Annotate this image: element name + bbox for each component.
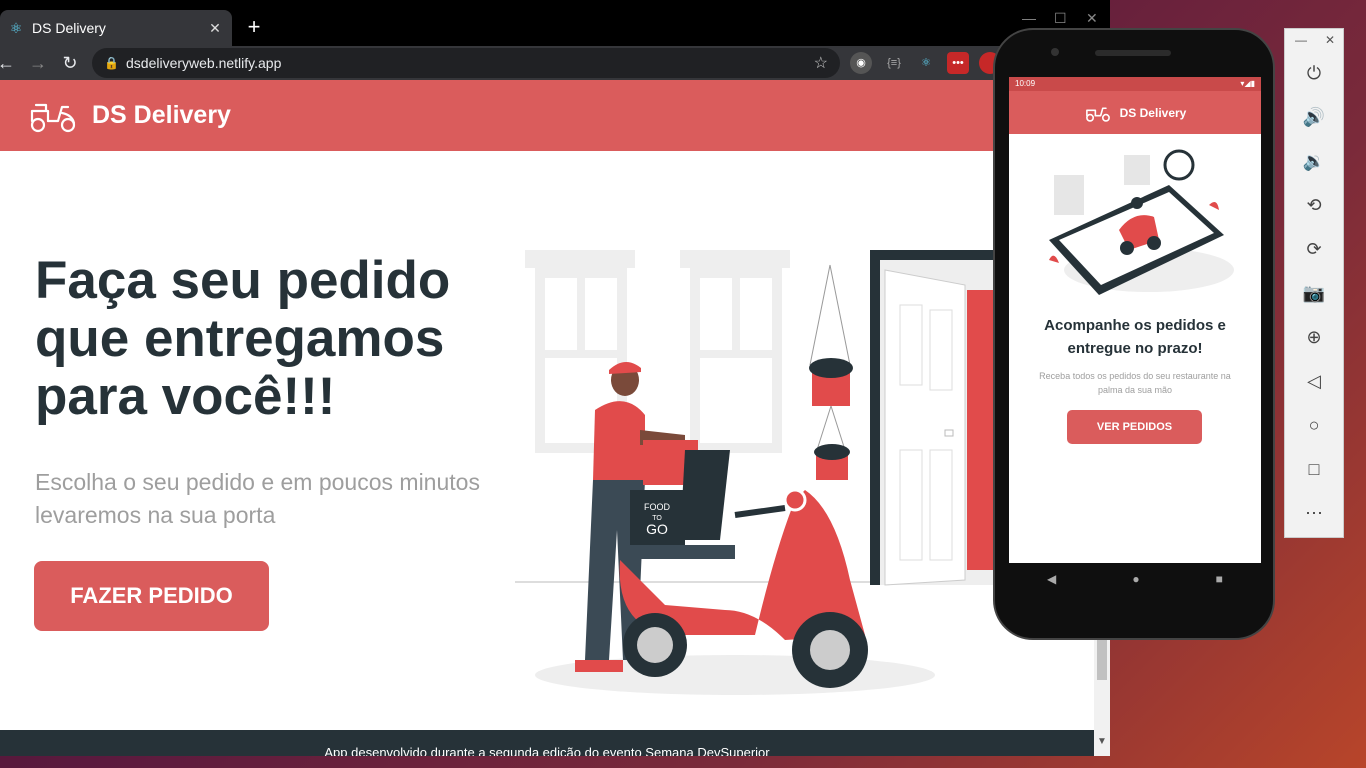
phone-screen: 10:09 ▾◢▮ DS Delivery Acompanhe os pedid… [1009, 77, 1261, 563]
overview-icon[interactable]: □ [1300, 455, 1328, 483]
view-orders-button[interactable]: VER PEDIDOS [1067, 410, 1202, 444]
emulator-window-buttons: — ✕ [1295, 33, 1335, 47]
site-footer: App desenvolvido durante a segunda ediçã… [0, 730, 1094, 756]
hero-subtitle: Escolha o seu pedido e em poucos minutos… [35, 469, 480, 528]
forward-arrow-icon[interactable]: → [26, 51, 50, 75]
scroll-down-icon[interactable]: ▼ [1097, 736, 1107, 747]
scooter-logo-icon [30, 103, 76, 132]
zoom-icon[interactable]: ⊕ [1300, 323, 1328, 351]
bookmark-star-icon[interactable]: ☆ [814, 53, 828, 73]
tab-close-icon[interactable]: ✕ [206, 20, 224, 37]
hanging-plants [809, 264, 853, 480]
window-right [680, 250, 790, 453]
order-button[interactable]: FAZER PEDIDO [34, 561, 269, 631]
extension-red-icon[interactable]: ••• [947, 52, 969, 74]
back-icon[interactable]: ◁ [1300, 367, 1328, 395]
extension-icon[interactable]: ◉ [850, 52, 872, 74]
front-camera [1051, 48, 1059, 56]
battery-signal-icon: ▾◢▮ [1240, 79, 1255, 88]
android-emulator: 10:09 ▾◢▮ DS Delivery Acompanhe os pedid… [993, 28, 1275, 640]
emulator-minimize-icon[interactable]: — [1295, 33, 1307, 47]
react-favicon-icon: ⚛ [9, 20, 23, 36]
more-icon[interactable]: ⋯ [1300, 499, 1328, 527]
address-bar[interactable]: 🔒 dsdeliveryweb.netlify.app ☆ [92, 48, 840, 78]
emulator-close-icon[interactable]: ✕ [1325, 33, 1335, 47]
extension-braces-icon[interactable]: {≡} [883, 52, 905, 74]
close-window-icon[interactable]: ✕ [1086, 10, 1098, 27]
back-arrow-icon[interactable]: ← [0, 51, 18, 75]
sign-food: FOOD [644, 502, 670, 512]
url-text[interactable]: dsdeliveryweb.netlify.app [126, 55, 814, 71]
app-heading: Acompanhe os pedidos e entregue no prazo… [1044, 317, 1226, 357]
status-bar: 10:09 ▾◢▮ [1009, 77, 1261, 91]
nav-back-icon[interactable]: ◀ [1047, 572, 1056, 586]
android-nav-bar: ◀ ● ■ [1009, 563, 1261, 595]
volume-up-icon[interactable]: 🔊 [1300, 103, 1328, 131]
earpiece-speaker [1095, 50, 1171, 56]
site-brand[interactable]: DS Delivery [92, 101, 231, 130]
new-tab-button[interactable]: + [244, 14, 264, 40]
browser-toolbar: ← → ↻ 🔒 dsdeliveryweb.netlify.app ☆ ◉ {≡… [0, 46, 1110, 80]
hero-title: Faça seu pedido que entregamos para você… [35, 251, 451, 426]
nav-recents-icon[interactable]: ■ [1216, 572, 1223, 586]
browser-window: ⚛ DS Delivery ✕ + — ☐ ✕ ← → ↻ 🔒 dsdelive… [0, 0, 1110, 756]
site-header: DS Delivery [0, 80, 1094, 151]
door [870, 250, 1000, 586]
camera-icon[interactable]: 📷 [1300, 279, 1328, 307]
scooter-logo-icon [1085, 106, 1110, 122]
scrollbar-thumb[interactable] [1097, 640, 1107, 680]
app-title: DS Delivery [1119, 105, 1187, 120]
maximize-icon[interactable]: ☐ [1054, 10, 1067, 27]
sign-go: GO [646, 521, 668, 537]
tab-ds-delivery[interactable]: ⚛ DS Delivery ✕ [0, 10, 232, 46]
power-icon[interactable]: ⏻ [1300, 59, 1328, 87]
rotate-right-icon[interactable]: ⟳ [1300, 235, 1328, 263]
lock-icon: 🔒 [104, 56, 119, 70]
minimize-icon[interactable]: — [1022, 10, 1036, 26]
react-devtools-icon[interactable]: ⚛ [915, 52, 937, 74]
scooter: FOOD TO GO [619, 450, 868, 688]
status-time: 10:09 [1015, 79, 1036, 88]
rotate-left-icon[interactable]: ⟲ [1300, 191, 1328, 219]
nav-home-icon[interactable]: ● [1132, 572, 1139, 586]
tab-strip: ⚛ DS Delivery ✕ + — ☐ ✕ [0, 0, 1110, 46]
volume-down-icon[interactable]: 🔉 [1300, 147, 1328, 175]
reload-icon[interactable]: ↻ [58, 51, 82, 75]
delivery-phone-illustration [1049, 149, 1234, 295]
tab-title: DS Delivery [32, 20, 106, 36]
web-page: DS Delivery Faça seu pedido que entregam… [0, 80, 1094, 756]
emulator-controls: — ✕ ⏻ 🔊 🔉 ⟲ ⟳ 📷 ⊕ ◁ ○ □ ⋯ [1284, 28, 1344, 538]
app-header: DS Delivery [1009, 91, 1261, 134]
home-icon[interactable]: ○ [1300, 411, 1328, 439]
app-subtext: Receba todos os pedidos do seu restauran… [1039, 371, 1231, 395]
